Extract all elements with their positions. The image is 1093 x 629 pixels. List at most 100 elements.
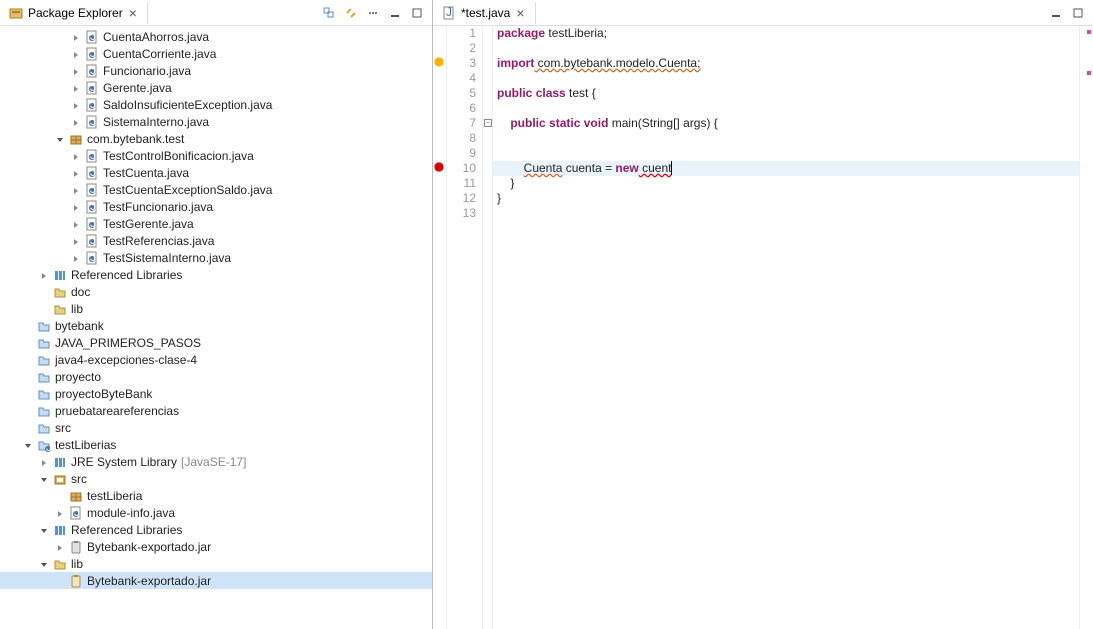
expand-toggle-icon[interactable] — [20, 335, 36, 351]
expand-toggle-icon[interactable] — [68, 199, 84, 215]
editor-tab[interactable]: J *test.java × — [433, 2, 536, 24]
fold-toggle-icon[interactable]: − — [484, 119, 492, 127]
tree-item[interactable]: JTestCuenta.java — [0, 164, 432, 181]
tree-item-label: lib — [71, 302, 83, 316]
java-icon: J — [84, 216, 100, 232]
expand-toggle-icon[interactable] — [36, 284, 52, 300]
tree-item[interactable]: JGerente.java — [0, 79, 432, 96]
expand-toggle-icon[interactable] — [68, 250, 84, 266]
expand-toggle-icon[interactable] — [36, 301, 52, 317]
expand-toggle-icon[interactable] — [20, 437, 36, 453]
expand-toggle-icon[interactable] — [20, 318, 36, 334]
close-icon[interactable]: × — [514, 6, 526, 20]
tree-item[interactable]: JtestLiberias — [0, 436, 432, 453]
proj-icon — [36, 318, 52, 334]
expand-toggle-icon[interactable] — [68, 216, 84, 232]
expand-toggle-icon[interactable] — [20, 403, 36, 419]
expand-toggle-icon[interactable] — [68, 165, 84, 181]
tree-item[interactable]: JCuentaAhorros.java — [0, 28, 432, 45]
collapse-all-icon[interactable] — [320, 4, 338, 22]
expand-toggle-icon[interactable] — [68, 46, 84, 62]
tree-item[interactable]: lib — [0, 300, 432, 317]
java-icon: J — [84, 250, 100, 266]
tree-item[interactable]: JTestSistemaInterno.java — [0, 249, 432, 266]
expand-toggle-icon[interactable] — [36, 556, 52, 572]
tree-item[interactable]: JCuentaCorriente.java — [0, 45, 432, 62]
tree-item-label: TestReferencias.java — [103, 234, 214, 248]
editor-tab-title: *test.java — [461, 6, 510, 20]
expand-toggle-icon[interactable] — [68, 114, 84, 130]
tree-item[interactable]: JTestGerente.java — [0, 215, 432, 232]
tree-item[interactable]: JSistemaInterno.java — [0, 113, 432, 130]
tree-item-label: doc — [71, 285, 90, 299]
tree-item-label: TestCuentaExceptionSaldo.java — [103, 183, 272, 197]
expand-toggle-icon[interactable] — [36, 522, 52, 538]
tree-item[interactable]: proyectoByteBank — [0, 385, 432, 402]
tree-item[interactable]: src — [0, 470, 432, 487]
tree-item-label: CuentaAhorros.java — [103, 30, 209, 44]
overview-ruler[interactable] — [1079, 26, 1093, 629]
tree-item[interactable]: doc — [0, 283, 432, 300]
tree-item[interactable]: Referenced Libraries — [0, 266, 432, 283]
close-icon[interactable]: × — [127, 6, 139, 20]
tree-item[interactable]: JAVA_PRIMEROS_PASOS — [0, 334, 432, 351]
link-editor-icon[interactable] — [342, 4, 360, 22]
expand-toggle-icon[interactable] — [68, 97, 84, 113]
tree-item[interactable]: JRE System Library[JavaSE-17] — [0, 453, 432, 470]
expand-toggle-icon[interactable] — [68, 80, 84, 96]
minimize-icon[interactable] — [1047, 4, 1065, 22]
expand-toggle-icon[interactable] — [52, 488, 68, 504]
tree-item[interactable]: Bytebank-exportado.jar — [0, 538, 432, 555]
expand-toggle-icon[interactable] — [20, 386, 36, 402]
expand-toggle-icon[interactable] — [68, 182, 84, 198]
tree-item[interactable]: lib — [0, 555, 432, 572]
tree-item[interactable]: Referenced Libraries — [0, 521, 432, 538]
expand-toggle-icon[interactable] — [52, 573, 68, 589]
svg-text:J: J — [90, 251, 96, 264]
tree-item[interactable]: proyecto — [0, 368, 432, 385]
editor-area[interactable]: 12345678910111213 − package testLiberia;… — [433, 26, 1093, 629]
tree-item[interactable]: src — [0, 419, 432, 436]
expand-toggle-icon[interactable] — [52, 505, 68, 521]
tree-item[interactable]: JSaldoInsuficienteException.java — [0, 96, 432, 113]
expand-toggle-icon[interactable] — [68, 148, 84, 164]
maximize-icon[interactable] — [1069, 4, 1087, 22]
expand-toggle-icon[interactable] — [52, 539, 68, 555]
expand-toggle-icon[interactable] — [36, 471, 52, 487]
expand-toggle-icon[interactable] — [52, 131, 68, 147]
editor-toolbar — [1047, 4, 1093, 22]
tree-item[interactable]: JTestControlBonificacion.java — [0, 147, 432, 164]
expand-toggle-icon[interactable] — [36, 267, 52, 283]
error-marker-icon[interactable] — [433, 161, 447, 175]
svg-text:J: J — [90, 234, 96, 247]
tree-item[interactable]: JFuncionario.java — [0, 62, 432, 79]
tree-item-label: SaldoInsuficienteException.java — [103, 98, 272, 112]
warning-marker-icon[interactable] — [433, 56, 447, 70]
tree-item[interactable]: com.bytebank.test — [0, 130, 432, 147]
package-explorer-tree[interactable]: JCuentaAhorros.javaJCuentaCorriente.java… — [0, 26, 432, 629]
svg-text:J: J — [90, 166, 96, 179]
expand-toggle-icon[interactable] — [68, 63, 84, 79]
maximize-icon[interactable] — [408, 4, 426, 22]
tree-item[interactable]: JTestCuentaExceptionSaldo.java — [0, 181, 432, 198]
view-menu-icon[interactable] — [364, 4, 382, 22]
tree-item[interactable]: Bytebank-exportado.jar — [0, 572, 432, 589]
expand-toggle-icon[interactable] — [20, 352, 36, 368]
expand-toggle-icon[interactable] — [36, 454, 52, 470]
tree-item[interactable]: JTestFuncionario.java — [0, 198, 432, 215]
package-explorer-tab[interactable]: Package Explorer × — [0, 2, 148, 24]
tree-item[interactable]: testLiberia — [0, 487, 432, 504]
expand-toggle-icon[interactable] — [20, 420, 36, 436]
expand-toggle-icon[interactable] — [68, 233, 84, 249]
minimize-icon[interactable] — [386, 4, 404, 22]
tree-item[interactable]: J TestReferencias.java — [0, 232, 432, 249]
expand-toggle-icon[interactable] — [68, 29, 84, 45]
tree-item[interactable]: Jmodule-info.java — [0, 504, 432, 521]
tree-item[interactable]: pruebatareareferencias — [0, 402, 432, 419]
tree-item[interactable]: bytebank — [0, 317, 432, 334]
tree-item-label: pruebatareareferencias — [55, 404, 179, 418]
tree-item[interactable]: java4-excepciones-clase-4 — [0, 351, 432, 368]
expand-toggle-icon[interactable] — [20, 369, 36, 385]
code-area[interactable]: package testLiberia; import com.bytebank… — [493, 26, 1079, 629]
line-number: 7 — [447, 116, 476, 131]
